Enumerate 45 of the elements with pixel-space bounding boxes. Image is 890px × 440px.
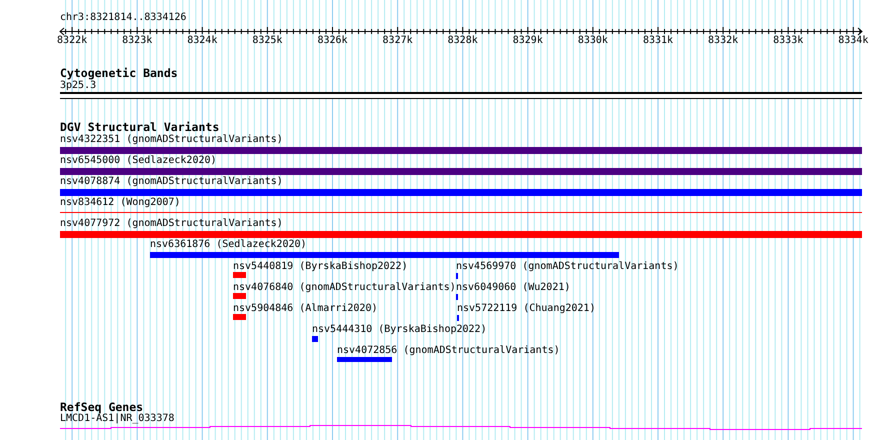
ruler-tick-label: 8332k <box>708 35 738 46</box>
variant-label[interactable]: nsv4077972 (gnomADStructuralVariants) <box>60 218 283 229</box>
variant-label[interactable]: nsv5722119 (Chuang2021) <box>457 303 596 314</box>
variant-bar[interactable] <box>233 293 246 299</box>
variant-label[interactable]: nsv4076840 (gnomADStructuralVariants) <box>233 282 456 293</box>
ruler-tick-label: 8333k <box>773 35 804 46</box>
variant-bar[interactable] <box>233 314 246 320</box>
variant-label[interactable]: nsv834612 (Wong2007) <box>60 197 180 208</box>
ruler-tick-label: 8330k <box>578 35 608 46</box>
ruler-tick-label: 8329k <box>512 35 543 46</box>
variant-label[interactable]: nsv6361876 (Sedlazeck2020) <box>150 239 307 250</box>
variant-bar[interactable] <box>337 357 392 362</box>
ruler-tick-label: 8325k <box>252 35 282 46</box>
variant-bar[interactable] <box>60 231 862 238</box>
ruler-tick-label: 8323k <box>122 35 152 46</box>
ruler-tick-label: 8322k <box>57 35 88 46</box>
track-title: Cytogenetic Bands <box>60 67 178 80</box>
variant-bar[interactable] <box>150 252 619 258</box>
variant-line[interactable] <box>60 212 862 213</box>
cytoband-label: 3p25.3 <box>60 80 96 91</box>
ruler-tick-label: 8328k <box>448 35 478 46</box>
variant-label[interactable]: nsv4322351 (gnomADStructuralVariants) <box>60 134 283 145</box>
variant-label[interactable]: nsv5904846 (Almarri2020) <box>233 303 378 314</box>
variant-label[interactable]: nsv5440819 (ByrskaBishop2022) <box>233 261 408 272</box>
variant-bar[interactable] <box>60 168 862 175</box>
ruler-tick-label: 8334k <box>838 35 868 46</box>
gene-label[interactable]: LMCD1-AS1|NR_033378 <box>60 413 174 424</box>
variant-bar[interactable] <box>60 147 862 154</box>
variant-label[interactable]: nsv5444310 (ByrskaBishop2022) <box>312 324 487 335</box>
variant-bar[interactable] <box>233 272 246 278</box>
ruler-tick-label: 8326k <box>317 35 348 46</box>
ruler-tick-label: 8327k <box>382 35 413 46</box>
track-title: DGV Structural Variants <box>60 121 220 134</box>
variant-label[interactable]: nsv4569970 (gnomADStructuralVariants) <box>456 261 679 272</box>
gene-transcript-line[interactable] <box>60 425 862 430</box>
variant-bar[interactable] <box>312 336 318 342</box>
variant-label[interactable]: nsv4072856 (gnomADStructuralVariants) <box>337 345 560 356</box>
ruler-tick-label: 8324k <box>187 35 218 46</box>
track-title: RefSeq Genes <box>60 401 144 414</box>
variant-label[interactable]: nsv6049060 (Wu2021) <box>456 282 570 293</box>
variant-label[interactable]: nsv4078874 (gnomADStructuralVariants) <box>60 176 283 187</box>
location-label: chr3:8321814..8334126 <box>60 12 186 23</box>
ruler-tick-label: 8331k <box>642 35 674 46</box>
variant-label[interactable]: nsv6545000 (Sedlazeck2020) <box>60 155 217 166</box>
variant-bar[interactable] <box>60 189 862 196</box>
